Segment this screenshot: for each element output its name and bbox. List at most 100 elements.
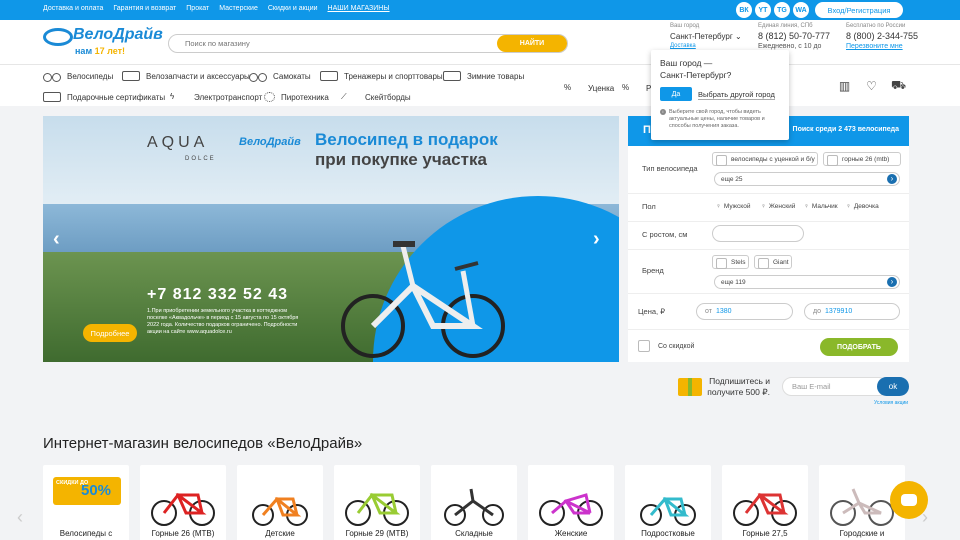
info-icon: i <box>660 109 666 115</box>
whatsapp-icon[interactable]: WA <box>793 2 809 18</box>
social-icons: ВК YT TG WA <box>736 2 809 18</box>
category-label: Горные 29 (MTB) <box>345 529 409 538</box>
height-input[interactable] <box>712 225 804 242</box>
nav-parts[interactable]: Велозапчасти и аксессуары <box>122 71 250 81</box>
telegram-icon[interactable]: TG <box>774 2 790 18</box>
callback-link[interactable]: Перезвоните мне <box>846 43 903 50</box>
heart-icon[interactable]: ♡ <box>865 79 878 93</box>
gender-boy[interactable]: Мальчик <box>804 203 838 210</box>
filter-height-row: С ростом, см <box>628 222 909 250</box>
filter-brand-row: Бренд Stels Giant еще 119 <box>628 250 909 294</box>
category-label: Складные <box>455 529 493 538</box>
lightning-icon: ϟ <box>170 92 175 101</box>
promo-banner[interactable]: AQUA DOLCE ВелоДрайв Велосипед в подарок… <box>43 116 619 362</box>
gift-card-icon <box>43 92 61 102</box>
phone-block-russia: Бесплатно по России 8 (800) 2-344-755 Пе… <box>846 22 918 52</box>
category-label: Детские <box>265 529 295 538</box>
subscribe-ok-button[interactable]: ok <box>877 377 909 396</box>
price-from-input[interactable]: от 1380 <box>696 303 793 320</box>
category-label: Подростковые <box>641 529 695 538</box>
link-rent[interactable]: Прокат <box>186 5 209 12</box>
percent-icon: % <box>564 83 572 92</box>
link-warranty[interactable]: Гарантия и возврат <box>113 5 176 12</box>
popup-yes-button[interactable]: Да <box>660 87 692 101</box>
chat-icon <box>901 494 917 506</box>
subscribe-email-input[interactable]: Ваш E-mail <box>782 377 888 396</box>
banner-brand-sub: DOLCE <box>185 156 216 162</box>
type-more-select[interactable]: еще 25 <box>714 172 900 186</box>
category-label: Велосипеды с <box>59 529 113 538</box>
vk-icon[interactable]: ВК <box>736 2 752 18</box>
user-icons: ▥ ♡ ⛟ <box>838 78 906 93</box>
type-chip-mtb26[interactable]: горные 26 (mtb) <box>823 152 901 166</box>
delivery-link[interactable]: Доставка <box>670 43 696 49</box>
category-card[interactable]: СКИДКИ ДО 50% Велосипеды с <box>43 465 129 540</box>
filter-price-label: Цена, ₽ <box>638 307 665 316</box>
phone2[interactable]: 8 (800) 2-344-755 <box>846 31 918 42</box>
youtube-icon[interactable]: YT <box>755 2 771 18</box>
sled-icon <box>443 71 461 81</box>
nav-discount[interactable]: % Уценка <box>564 83 614 93</box>
popup-note: Выберите свой город, чтобы видеть актуал… <box>669 109 765 129</box>
category-nav: Велосипеды Велозапчасти и аксессуары Сам… <box>0 64 960 106</box>
banner-partner-logo: ВелоДрайв <box>239 136 301 148</box>
link-delivery[interactable]: Доставка и оплата <box>43 5 103 12</box>
type-chip-used[interactable]: велосипеды с уценкой и б/у <box>712 152 818 166</box>
gender-female[interactable]: Женский <box>761 203 795 210</box>
nav-electric[interactable]: ϟ Электротранспорт <box>170 92 262 102</box>
nav-fitness[interactable]: Тренажеры и спорттовары <box>320 71 443 81</box>
category-card[interactable]: Женские <box>528 465 614 540</box>
link-stores[interactable]: НАШИ МАГАЗИНЫ <box>328 5 390 12</box>
banner-headline-1: Велосипед в подарок <box>315 130 498 149</box>
category-card[interactable]: Складные <box>431 465 517 540</box>
category-card[interactable]: Горные 29 (MTB) <box>334 465 420 540</box>
phone1[interactable]: 8 (812) 50-70-777 <box>758 31 830 42</box>
price-to-input[interactable]: до 1379910 <box>804 303 900 320</box>
category-cards: СКИДКИ ДО 50% Велосипеды с Горные 26 (MT… <box>43 465 905 540</box>
percent-icon-2: % <box>622 83 630 92</box>
category-card[interactable]: Детские <box>237 465 323 540</box>
brand-chip-giant[interactable]: Giant <box>754 255 792 269</box>
city-select[interactable]: Санкт-Петербург ⌄ <box>670 31 742 42</box>
logo-tagline: нам 17 лет! <box>75 46 126 56</box>
popup-other-city-button[interactable]: Выбрать другой город <box>698 90 775 100</box>
compare-icon[interactable]: ▥ <box>838 79 851 93</box>
banner-phone: +7 812 332 52 43 <box>147 286 289 303</box>
link-sales[interactable]: Скидки и акции <box>268 5 318 12</box>
nav-gift-cards[interactable]: Подарочные сертификаты <box>43 92 165 102</box>
brand-more-select[interactable]: еще 119 <box>714 275 900 289</box>
nav-scooters[interactable]: Самокаты <box>249 71 311 82</box>
discount-checkbox[interactable] <box>638 340 650 352</box>
gender-girl[interactable]: Девочка <box>846 203 879 210</box>
filter-apply-button[interactable]: ПОДОБРАТЬ <box>820 338 898 356</box>
category-label: Горные 26 (MTB) <box>151 529 215 538</box>
nav-bicycles[interactable]: Велосипеды <box>43 71 113 82</box>
login-button[interactable]: Вход/Регистрация <box>815 2 903 18</box>
filter-gender-label: Пол <box>642 202 656 211</box>
city-block: Ваш город Санкт-Петербург ⌄ Доставка <box>670 22 742 51</box>
banner-more-button[interactable]: Подробнее <box>83 324 137 342</box>
filter-height-label: С ростом, см <box>642 230 688 239</box>
category-card[interactable]: Подростковые <box>625 465 711 540</box>
banner-next-arrow-icon[interactable]: › <box>593 228 600 251</box>
logo[interactable]: ВелоДрайв нам 17 лет! <box>43 26 163 58</box>
link-workshops[interactable]: Мастерские <box>219 5 258 12</box>
search-bar: НАЙТИ <box>168 34 568 53</box>
subscribe-terms-link[interactable]: Условия акции <box>874 400 908 406</box>
category-card[interactable]: Горные 26 (MTB) <box>140 465 226 540</box>
banner-prev-arrow-icon[interactable]: ‹ <box>53 228 60 251</box>
gender-male[interactable]: Мужской <box>716 203 751 210</box>
nav-winter[interactable]: Зимние товары <box>443 71 524 81</box>
category-card[interactable]: Горные 27,5 <box>722 465 808 540</box>
carousel-prev-icon[interactable]: ‹ <box>17 507 23 528</box>
filter-type-row: Тип велосипеда велосипеды с уценкой и б/… <box>628 146 909 194</box>
search-button[interactable]: НАЙТИ <box>497 35 567 52</box>
nav-skateboards[interactable]: ⟋ Скейтборды <box>341 92 411 102</box>
search-input[interactable] <box>185 39 485 48</box>
chat-button[interactable] <box>890 481 928 519</box>
sale-tag-big: 50% <box>81 482 112 499</box>
phone2-label: Бесплатно по России <box>846 23 906 29</box>
brand-chip-stels[interactable]: Stels <box>712 255 749 269</box>
cart-icon[interactable]: ⛟ <box>891 78 906 92</box>
nav-pyro[interactable]: Пиротехника <box>264 92 329 102</box>
